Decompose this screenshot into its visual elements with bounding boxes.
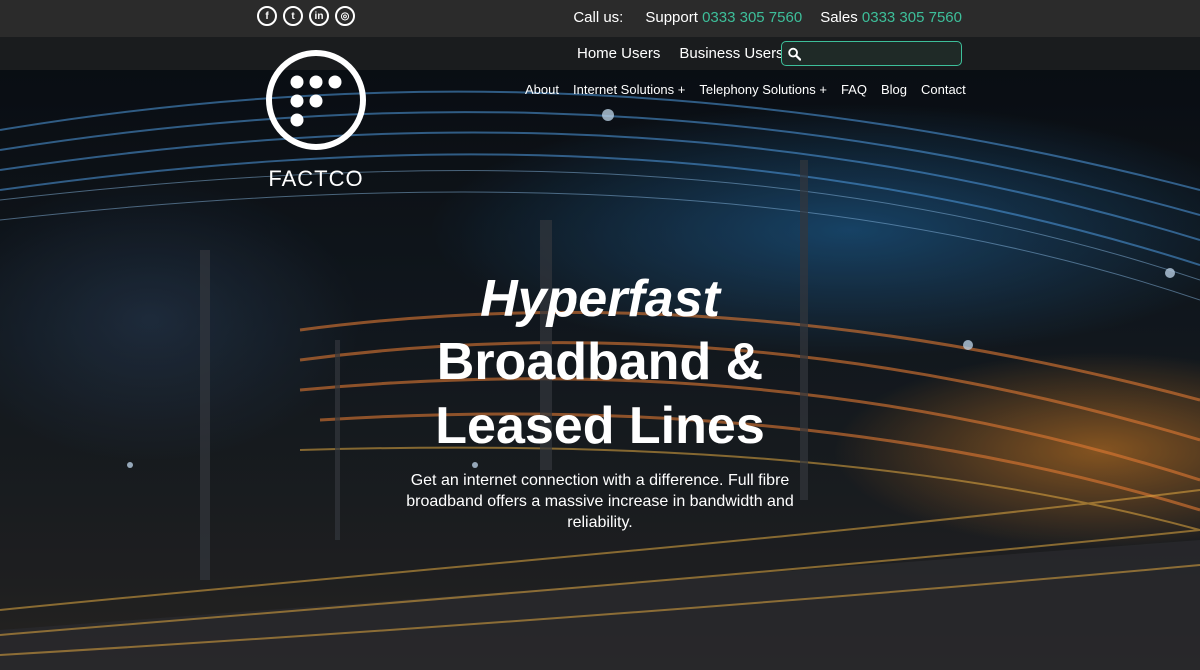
nav-faq[interactable]: FAQ — [841, 82, 867, 97]
hero-subtitle: Get an internet connection with a differ… — [406, 472, 794, 531]
support-number-link[interactable]: 0333 305 7560 — [702, 9, 802, 26]
sales-number-link[interactable]: 0333 305 7560 — [862, 9, 962, 26]
facebook-icon[interactable]: f — [257, 6, 277, 26]
support-label: Support — [645, 9, 698, 26]
factco-logo-icon[interactable] — [264, 48, 368, 152]
sales-label: Sales — [820, 9, 858, 26]
contact-info: Call us: Support 0333 305 7560 Sales 033… — [573, 9, 962, 26]
search-input[interactable] — [807, 45, 961, 62]
nav-telephony-solutions[interactable]: Telephony Solutions + — [699, 82, 827, 97]
nav-internet-solutions[interactable]: Internet Solutions + — [573, 82, 685, 97]
main-nav: About Internet Solutions + Telephony Sol… — [525, 82, 966, 97]
hero-text: Hyperfast Broadband & Leased Lines Get a… — [350, 268, 850, 533]
call-us-label: Call us: — [573, 9, 624, 26]
social-links: f t in ◎ — [257, 6, 355, 26]
instagram-icon[interactable]: ◎ — [335, 6, 355, 26]
search-box[interactable] — [781, 41, 962, 66]
search-icon[interactable] — [788, 47, 801, 61]
hero-title-line1: Hyperfast — [480, 270, 720, 328]
nav-contact[interactable]: Contact — [921, 82, 966, 97]
hero-title-line2: Broadband & — [436, 333, 764, 391]
nav-about[interactable]: About — [525, 82, 559, 97]
home-users-link[interactable]: Home Users — [577, 45, 660, 62]
users-nav: Home Users Business Users — [577, 45, 784, 62]
nav-blog[interactable]: Blog — [881, 82, 907, 97]
logo-wordmark[interactable]: FACTCO — [264, 166, 368, 192]
linkedin-icon[interactable]: in — [309, 6, 329, 26]
hero-title-line3: Leased Lines — [435, 397, 765, 455]
business-users-link[interactable]: Business Users — [679, 45, 783, 62]
twitter-icon[interactable]: t — [283, 6, 303, 26]
